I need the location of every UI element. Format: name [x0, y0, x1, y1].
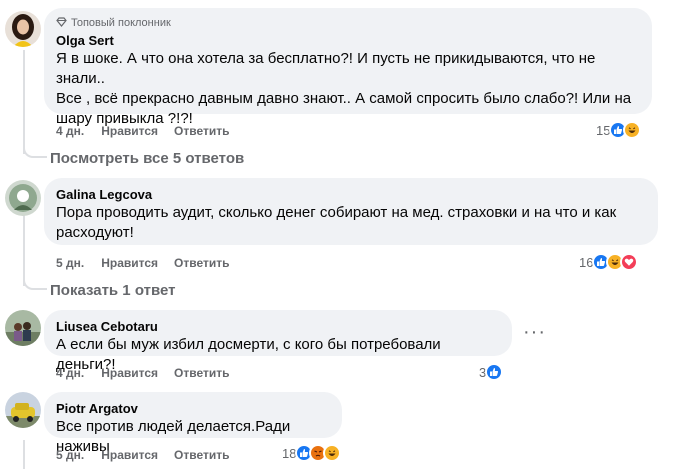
reaction-count: 18 — [282, 445, 297, 461]
thread-line — [23, 440, 25, 469]
comment-timestamp[interactable]: 4 дн. — [56, 124, 84, 138]
comment-text: Пора проводить аудит, сколько денег соби… — [56, 203, 646, 243]
comment-text-line: Я в шоке. А что она хотела за бесплатно?… — [56, 50, 596, 87]
top-fan-badge: Топовый поклонник — [56, 16, 640, 30]
comment-text-line: Пора проводить аудит, сколько денег соби… — [56, 204, 617, 221]
show-replies-link[interactable]: Показать 1 ответ — [50, 282, 175, 299]
haha-reaction-icon — [623, 121, 642, 139]
comment-bubble: Топовый поклонник Olga Sert Я в шоке. А … — [44, 8, 652, 127]
like-button[interactable]: Нравится — [101, 124, 158, 138]
comment-author[interactable]: Piotr Argatov — [56, 400, 330, 417]
comment-actions: 5 дн. Нравится Ответить — [56, 256, 230, 270]
like-button[interactable]: Нравится — [101, 448, 158, 462]
comment-author[interactable]: Galina Legcova — [56, 186, 646, 203]
comment-text-line: расходуют! — [56, 224, 134, 241]
comment-timestamp[interactable]: 5 дн. — [56, 448, 84, 462]
like-button[interactable]: Нравится — [101, 256, 158, 270]
reaction-summary[interactable]: 15 — [596, 121, 642, 139]
reply-button[interactable]: Ответить — [174, 448, 229, 462]
reply-button[interactable]: Ответить — [174, 124, 229, 138]
comment-text-line: Все , всё прекрасно давным давно знают..… — [56, 90, 632, 107]
avatar[interactable] — [5, 180, 41, 216]
more-options-button[interactable]: ··· — [523, 321, 546, 344]
comment-author[interactable]: Liusea Cebotaru — [56, 318, 500, 335]
haha-reaction-icon — [323, 444, 342, 462]
reaction-summary[interactable]: 18 — [282, 444, 342, 462]
comment-text: Я в шоке. А что она хотела за бесплатно?… — [56, 49, 640, 129]
avatar[interactable] — [5, 310, 41, 346]
reaction-summary[interactable]: 16 — [579, 253, 639, 271]
comment-bubble: Piotr Argatov Все против людей делается.… — [44, 392, 342, 455]
like-button[interactable]: Нравится — [101, 366, 158, 380]
reaction-count: 16 — [579, 254, 594, 270]
comment-timestamp[interactable]: 5 дн. — [56, 256, 84, 270]
comment-actions: 5 дн. Нравится Ответить — [56, 448, 230, 462]
thread-line — [23, 50, 25, 154]
comment-author[interactable]: Olga Sert — [56, 32, 640, 49]
badge-label: Топовый поклонник — [71, 17, 171, 29]
reply-connector — [23, 272, 47, 290]
diamond-icon — [56, 16, 67, 30]
comment-bubble: Liusea Cebotaru А если бы муж избил досм… — [44, 310, 512, 373]
love-reaction-icon — [620, 253, 639, 271]
avatar[interactable] — [5, 11, 41, 47]
reply-connector — [23, 140, 47, 158]
comment-actions: 4 дн. Нравится Ответить — [56, 366, 230, 380]
avatar[interactable] — [5, 392, 41, 428]
comment-actions: 4 дн. Нравится Ответить — [56, 124, 230, 138]
reply-button[interactable]: Ответить — [174, 366, 229, 380]
comment-bubble: Galina Legcova Пора проводить аудит, ско… — [44, 178, 658, 245]
comment-timestamp[interactable]: 4 дн. — [56, 366, 84, 380]
reply-button[interactable]: Ответить — [174, 256, 229, 270]
reaction-summary[interactable]: 3 — [479, 363, 504, 381]
view-replies-link[interactable]: Посмотреть все 5 ответов — [50, 150, 244, 167]
like-reaction-icon — [485, 363, 504, 381]
reaction-count: 15 — [596, 122, 611, 138]
